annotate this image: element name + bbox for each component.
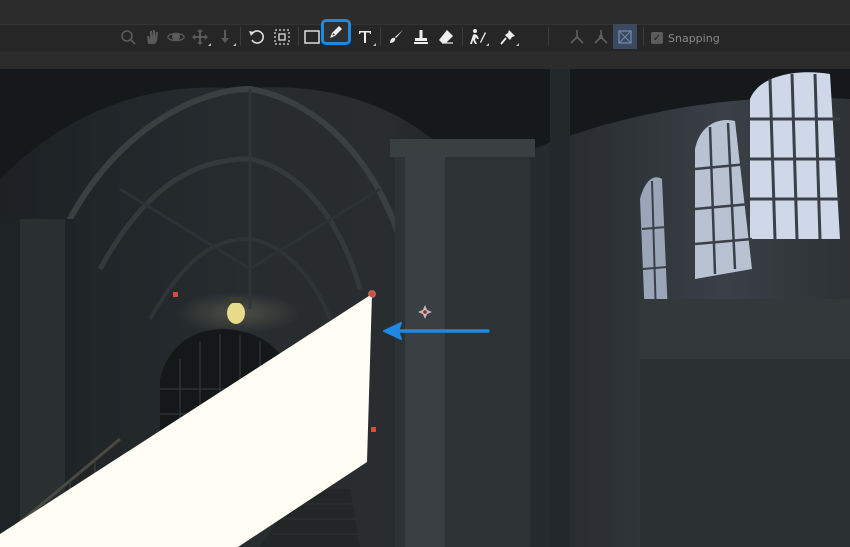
puppet-icon xyxy=(470,28,486,44)
orbit-tool[interactable] xyxy=(164,24,188,49)
separator xyxy=(240,27,241,46)
eraser-tool[interactable] xyxy=(434,24,458,49)
separator xyxy=(462,27,463,46)
push-icon xyxy=(221,29,229,43)
move-icon xyxy=(192,28,208,45)
window-right-3 xyxy=(640,177,668,319)
window-right-2 xyxy=(694,119,753,280)
mask-vertex[interactable] xyxy=(368,290,376,298)
separator xyxy=(380,27,381,46)
scale-icon xyxy=(274,28,290,45)
local-axis-icon xyxy=(570,29,584,44)
text-tool[interactable] xyxy=(353,24,377,49)
hand-tool[interactable] xyxy=(140,24,164,49)
separator xyxy=(548,27,549,46)
pen-tool[interactable] xyxy=(321,19,351,45)
separator xyxy=(643,27,644,46)
view-axis-mode[interactable] xyxy=(613,24,637,49)
hand-icon xyxy=(147,29,158,44)
text-tool-icon xyxy=(359,30,371,43)
clone-stamp-tool[interactable] xyxy=(409,24,433,49)
orbit-icon xyxy=(167,32,185,41)
mask-vertex[interactable] xyxy=(371,427,376,432)
eraser-icon xyxy=(439,29,453,44)
composition-viewer[interactable] xyxy=(0,69,850,547)
snapping-label: Snapping xyxy=(668,31,720,45)
move-tool[interactable] xyxy=(188,24,212,49)
brush-tool[interactable] xyxy=(384,24,408,49)
brush-icon xyxy=(390,29,403,43)
toolbar: ✓ Snapping xyxy=(0,0,850,69)
snapping-toggle[interactable]: ✓ Snapping xyxy=(651,30,720,46)
local-axis-mode[interactable] xyxy=(565,24,589,49)
view-axis-icon xyxy=(618,29,632,44)
push-tool[interactable] xyxy=(213,24,237,49)
clone-stamp-icon xyxy=(414,29,428,44)
world-axis-mode[interactable] xyxy=(589,24,613,49)
rotate-tool[interactable] xyxy=(245,24,269,49)
zoom-tool[interactable] xyxy=(116,24,140,49)
window-right-1 xyxy=(750,72,840,240)
pin-icon xyxy=(500,29,515,45)
viewer-canvas[interactable] xyxy=(0,69,850,547)
world-axis-icon xyxy=(594,29,608,44)
snapping-checkbox[interactable]: ✓ xyxy=(651,32,663,44)
pin-tool[interactable] xyxy=(496,24,520,49)
zoom-icon xyxy=(121,29,136,45)
rotate-icon xyxy=(249,29,264,44)
mask-vertex[interactable] xyxy=(173,292,178,297)
rectangle-icon xyxy=(304,29,320,44)
scale-tool[interactable] xyxy=(270,24,294,49)
puppet-tool[interactable] xyxy=(466,24,490,49)
pen-tool-icon xyxy=(330,26,342,38)
separator xyxy=(298,27,299,46)
